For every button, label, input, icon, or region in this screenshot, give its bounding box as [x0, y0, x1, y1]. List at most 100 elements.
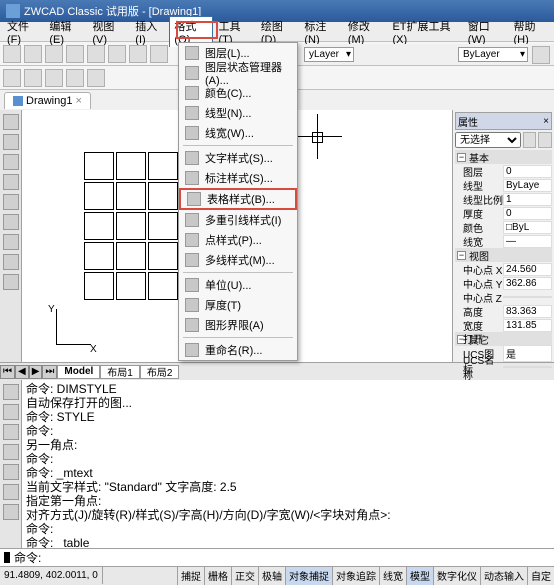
menu-item[interactable]: 图层状态管理器(A)... — [179, 63, 297, 83]
prop-row[interactable]: 颜色□ByL — [455, 220, 552, 234]
menubar: 文件(F)编辑(E)视图(V)插入(I)格式(O)工具(T)绘图(D)标注(N)… — [0, 22, 554, 42]
status-5[interactable]: 对象追踪 — [332, 567, 379, 585]
prop-btn1-icon[interactable] — [523, 132, 537, 148]
status-10[interactable]: 自定 — [527, 567, 554, 585]
menu-9[interactable]: ET扩展工具(X) — [387, 16, 462, 48]
circle-icon[interactable] — [3, 214, 19, 230]
spline-icon[interactable] — [3, 254, 19, 270]
menu-1[interactable]: 编辑(E) — [44, 16, 87, 48]
dim-icon[interactable] — [3, 69, 21, 87]
preview-icon[interactable] — [87, 45, 105, 63]
ellipse-icon[interactable] — [3, 274, 19, 290]
menu-item[interactable]: 单位(U)... — [179, 275, 297, 295]
pline-icon[interactable] — [3, 134, 19, 150]
mirror-icon[interactable] — [3, 424, 19, 440]
linetype-dropdown[interactable]: ByLayer — [458, 47, 528, 62]
close-tab-icon[interactable]: × — [75, 95, 81, 107]
layer-dropdown[interactable]: yLayer — [304, 47, 354, 62]
status-8[interactable]: 数字化仪 — [433, 567, 480, 585]
arc-icon[interactable] — [3, 194, 19, 210]
status-6[interactable]: 线宽 — [379, 567, 406, 585]
status-3[interactable]: 极轴 — [258, 567, 285, 585]
status-9[interactable]: 动态输入 — [480, 567, 527, 585]
panel-close-icon[interactable]: × — [543, 116, 549, 127]
menu-2[interactable]: 视图(V) — [87, 16, 130, 48]
model-tab-0[interactable]: Model — [57, 365, 100, 379]
tab-nav-first-icon[interactable]: ⏮ — [0, 365, 15, 379]
status-0[interactable]: 捕捉 — [177, 567, 204, 585]
menu-item[interactable]: 表格样式(B)... — [179, 188, 297, 210]
menu-item[interactable]: 点样式(P)... — [179, 230, 297, 250]
array-icon[interactable] — [3, 464, 19, 480]
publish-icon[interactable] — [108, 45, 126, 63]
menu-7[interactable]: 标注(N) — [299, 16, 343, 48]
revcloud-icon[interactable] — [3, 234, 19, 250]
coordinates[interactable]: 91.4809, 402.0011, 0 — [0, 567, 103, 584]
tab-nav-last-icon[interactable]: ⏭ — [42, 365, 57, 379]
menu-item[interactable]: 线宽(W)... — [179, 123, 297, 143]
model-tab-2[interactable]: 布局2 — [140, 365, 180, 379]
menu-8[interactable]: 修改(M) — [343, 16, 388, 48]
move-icon[interactable] — [3, 484, 19, 500]
status-7[interactable]: 模型 — [406, 567, 433, 585]
menu-item-icon — [185, 46, 199, 60]
menu-0[interactable]: 文件(F) — [2, 16, 44, 48]
offset-icon[interactable] — [3, 444, 19, 460]
rotate-icon[interactable] — [3, 504, 19, 520]
erase-icon[interactable] — [3, 384, 19, 400]
prop-row[interactable]: 厚度0 — [455, 206, 552, 220]
new-icon[interactable] — [3, 45, 21, 63]
menu-item[interactable]: 重命名(R)... — [179, 340, 297, 360]
prop-row[interactable]: 线宽— — [455, 234, 552, 248]
prop-btn2-icon[interactable] — [538, 132, 552, 148]
dim5-icon[interactable] — [87, 69, 105, 87]
linetype-btn-icon[interactable] — [532, 46, 550, 64]
dim4-icon[interactable] — [66, 69, 84, 87]
tab-drawing1[interactable]: Drawing1 × — [4, 92, 91, 109]
tab-nav-prev-icon[interactable]: ◀ — [15, 365, 29, 379]
polygon-icon[interactable] — [3, 154, 19, 170]
menu-item[interactable]: 多重引线样式(I) — [179, 210, 297, 230]
menu-item-label: 点样式(P)... — [205, 232, 262, 248]
prop-row[interactable]: 中心点 X24.560 — [455, 262, 552, 276]
save-icon[interactable] — [45, 45, 63, 63]
dim2-icon[interactable] — [24, 69, 42, 87]
tab-nav-next-icon[interactable]: ▶ — [29, 365, 43, 379]
print-icon[interactable] — [66, 45, 84, 63]
command-area: 命令: DIMSTYLE 自动保存打开的图... 命令: STYLE 命令: 另… — [0, 380, 554, 548]
prop-row[interactable]: 中心点 Z — [455, 290, 552, 304]
menu-item[interactable]: 线型(N)... — [179, 103, 297, 123]
status-1[interactable]: 栅格 — [204, 567, 231, 585]
prop-row[interactable]: 中心点 Y362.86 — [455, 276, 552, 290]
command-line[interactable]: 命令: — [0, 548, 554, 566]
selection-dropdown[interactable]: 无选择 — [455, 132, 521, 148]
menu-10[interactable]: 窗口(W) — [463, 16, 509, 48]
menu-item[interactable]: 厚度(T) — [179, 295, 297, 315]
properties-panel: 属性 × 无选择 −基本图层0线型ByLaye线型比例1厚度0颜色□ByL线宽—… — [452, 110, 554, 362]
open-icon[interactable] — [24, 45, 42, 63]
rect-icon[interactable] — [3, 174, 19, 190]
prop-row[interactable]: 线型ByLaye — [455, 178, 552, 192]
menu-item[interactable]: 图形界限(A) — [179, 315, 297, 335]
prop-group[interactable]: −基本 — [455, 150, 552, 164]
copy-obj-icon[interactable] — [3, 404, 19, 420]
status-2[interactable]: 正交 — [231, 567, 258, 585]
viewcube[interactable] — [292, 114, 342, 164]
line-icon[interactable] — [3, 114, 19, 130]
prop-row[interactable]: 线型比例1 — [455, 192, 552, 206]
command-history[interactable]: 命令: DIMSTYLE 自动保存打开的图... 命令: STYLE 命令: 另… — [22, 380, 554, 548]
prop-row[interactable]: UCS名称 — [455, 360, 552, 374]
prop-row[interactable]: 高度83.363 — [455, 304, 552, 318]
copy-icon[interactable] — [150, 45, 168, 63]
menu-11[interactable]: 帮助(H) — [508, 16, 552, 48]
menu-item[interactable]: 文字样式(S)... — [179, 148, 297, 168]
menu-3[interactable]: 插入(I) — [130, 16, 169, 48]
prop-row[interactable]: 图层0 — [455, 164, 552, 178]
menu-item[interactable]: 多线样式(M)... — [179, 250, 297, 270]
status-4[interactable]: 对象捕捉 — [285, 567, 332, 585]
prop-group[interactable]: −视图 — [455, 248, 552, 262]
model-tab-1[interactable]: 布局1 — [100, 365, 140, 379]
cut-icon[interactable] — [129, 45, 147, 63]
menu-item[interactable]: 标注样式(S)... — [179, 168, 297, 188]
dim3-icon[interactable] — [45, 69, 63, 87]
